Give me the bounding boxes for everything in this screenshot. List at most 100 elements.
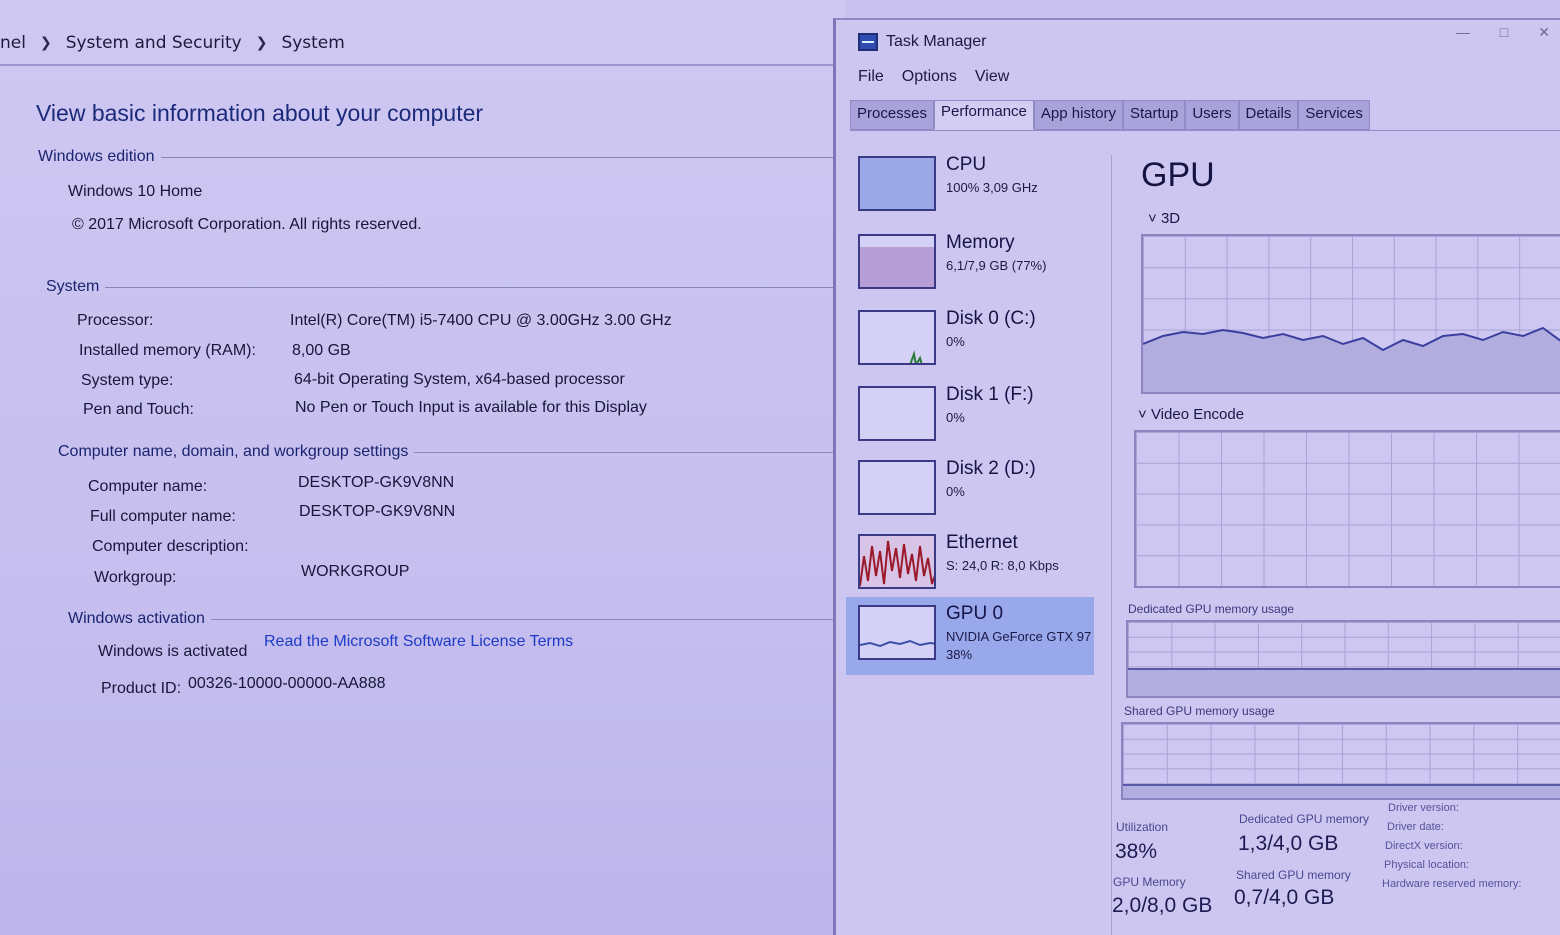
perf-item-title: Disk 0 (C:) (946, 308, 1036, 329)
engine-3d-dropdown[interactable]: ˅ 3D (1148, 210, 1180, 227)
title-bar: Task Manager — □ ✕ (836, 20, 1560, 64)
chevron-right-icon: ❯ (255, 35, 268, 51)
graph-3d-line (1143, 326, 1560, 392)
ethernet-sparkline (860, 540, 934, 587)
breadcrumb-control-panel[interactable]: nel (0, 33, 26, 53)
windows-edition-heading: Windows edition (38, 148, 838, 166)
dedicated-memory-graph-label: Dedicated GPU memory usage (1128, 602, 1295, 616)
chevron-right-icon: ❯ (39, 35, 52, 51)
utilization-label: Utilization (1116, 820, 1169, 834)
disk0-thumbnail (858, 310, 936, 365)
ethernet-thumbnail (858, 534, 936, 589)
maximize-icon[interactable]: □ (1500, 24, 1508, 41)
perf-item-sub: 0% (946, 484, 965, 499)
dedicated-memory-label: Dedicated GPU memory (1239, 812, 1370, 826)
perf-item-cpu[interactable]: CPU 100% 3,09 GHz (846, 148, 1094, 220)
tab-app-history[interactable]: App history (1033, 100, 1123, 130)
perf-item-title: Disk 2 (D:) (946, 458, 1036, 479)
perf-item-ethernet[interactable]: Ethernet S: 24,0 R: 8,0 Kbps (846, 526, 1094, 598)
perf-item-disk1[interactable]: Disk 1 (F:) 0% (846, 378, 1094, 450)
perf-item-sub: 0% (946, 334, 965, 349)
perf-item-title: Memory (946, 232, 1015, 253)
graph-dedicated-memory (1126, 620, 1560, 698)
shared-memory-value: 0,7/4,0 GB (1234, 886, 1335, 909)
breadcrumb-system-and-security[interactable]: System and Security (66, 33, 242, 53)
activation-status: Windows is activated (98, 643, 248, 660)
graph-3d (1141, 234, 1560, 394)
section-label: Windows activation (68, 610, 205, 627)
perf-item-sub2: 38% (946, 647, 973, 662)
perf-item-title: Disk 1 (F:) (946, 384, 1034, 405)
perf-item-disk0[interactable]: Disk 0 (C:) 0% (846, 302, 1094, 374)
tab-performance[interactable]: Performance (934, 100, 1034, 130)
tab-details[interactable]: Details (1238, 100, 1299, 130)
cpu-thumbnail (858, 156, 936, 211)
computer-name-value: DESKTOP-GK9V8NN (298, 474, 455, 491)
ram-label: Installed memory (RAM): (79, 342, 256, 359)
tab-users[interactable]: Users (1185, 100, 1239, 130)
directx-version-label: DirectX version: (1385, 840, 1463, 852)
graph-shared-memory (1121, 722, 1560, 800)
windows-edition-value: Windows 10 Home (68, 183, 203, 200)
license-terms-link[interactable]: Read the Microsoft Software License Term… (264, 633, 573, 651)
perf-item-gpu0[interactable]: GPU 0 NVIDIA GeForce GTX 97 38% (846, 597, 1094, 675)
full-computer-name-label: Full computer name: (90, 508, 236, 525)
gpu-thumbnail (858, 605, 936, 660)
perf-item-sub: 100% 3,09 GHz (946, 180, 1038, 195)
copyright-text: © 2017 Microsoft Corporation. All rights… (72, 216, 422, 233)
full-computer-name-value: DESKTOP-GK9V8NN (299, 503, 456, 520)
product-id-value: 00326-10000-00000-AA888 (188, 675, 386, 692)
menu-file[interactable]: File (858, 68, 884, 86)
computer-description-label: Computer description: (92, 538, 249, 555)
tab-divider (850, 130, 1560, 131)
breadcrumb-system[interactable]: System (281, 33, 344, 53)
perf-item-title: GPU 0 (946, 603, 1004, 624)
perf-item-sub: 6,1/7,9 GB (77%) (946, 258, 1047, 273)
page-title: View basic information about your comput… (36, 100, 484, 126)
gpu-memory-label: GPU Memory (1113, 875, 1186, 889)
section-label: System (46, 278, 100, 295)
system-heading: System (46, 278, 838, 296)
chevron-down-icon: ˅ (1138, 406, 1151, 423)
perf-item-disk2[interactable]: Disk 2 (D:) 0% (846, 452, 1094, 524)
window-controls: — □ ✕ (1456, 24, 1550, 41)
dedicated-memory-value: 1,3/4,0 GB (1238, 832, 1339, 855)
workgroup-value: WORKGROUP (301, 563, 410, 580)
menu-options[interactable]: Options (902, 68, 957, 86)
disk0-sparkline (909, 350, 923, 363)
physical-location-label: Physical location: (1384, 859, 1469, 871)
disk2-thumbnail (858, 460, 936, 515)
perf-item-sub: NVIDIA GeForce GTX 97 (946, 629, 1092, 644)
dedicated-memory-fill (1128, 668, 1560, 696)
engine-video-encode-dropdown[interactable]: ˅ Video Encode (1138, 406, 1244, 423)
tab-startup[interactable]: Startup (1122, 100, 1186, 130)
minimize-icon[interactable]: — (1456, 24, 1470, 41)
tab-services[interactable]: Services (1298, 100, 1370, 130)
tab-processes[interactable]: Processes (850, 100, 935, 130)
system-type-label: System type: (81, 372, 174, 389)
ram-value: 8,00 GB (292, 342, 351, 359)
engine-label: 3D (1160, 210, 1181, 227)
section-label: Windows edition (38, 148, 155, 165)
perf-item-sub: S: 24,0 R: 8,0 Kbps (946, 558, 1059, 573)
pen-touch-value: No Pen or Touch Input is available for t… (295, 399, 647, 416)
section-label: Computer name, domain, and workgroup set… (58, 443, 409, 460)
perf-item-title: Ethernet (946, 532, 1018, 553)
utilization-value: 38% (1115, 840, 1158, 863)
control-panel-window: nel ❯ System and Security ❯ System View … (0, 0, 845, 935)
gpu-memory-value: 2,0/8,0 GB (1112, 894, 1213, 917)
close-icon[interactable]: ✕ (1538, 24, 1550, 41)
gpu-heading: GPU (1141, 156, 1215, 194)
system-type-value: 64-bit Operating System, x64-based proce… (294, 371, 625, 388)
disk1-thumbnail (858, 386, 936, 441)
menu-view[interactable]: View (975, 68, 1009, 86)
driver-version-label: Driver version: (1388, 802, 1459, 814)
graph-video-encode (1134, 430, 1560, 588)
task-manager-icon (858, 33, 878, 51)
breadcrumb: nel ❯ System and Security ❯ System (0, 22, 845, 66)
window-title: Task Manager (886, 33, 987, 50)
processor-value: Intel(R) Core(TM) i5-7400 CPU @ 3.00GHz … (290, 312, 672, 329)
perf-item-memory[interactable]: Memory 6,1/7,9 GB (77%) (846, 226, 1094, 298)
pen-touch-label: Pen and Touch: (83, 401, 194, 418)
driver-date-label: Driver date: (1387, 821, 1444, 833)
